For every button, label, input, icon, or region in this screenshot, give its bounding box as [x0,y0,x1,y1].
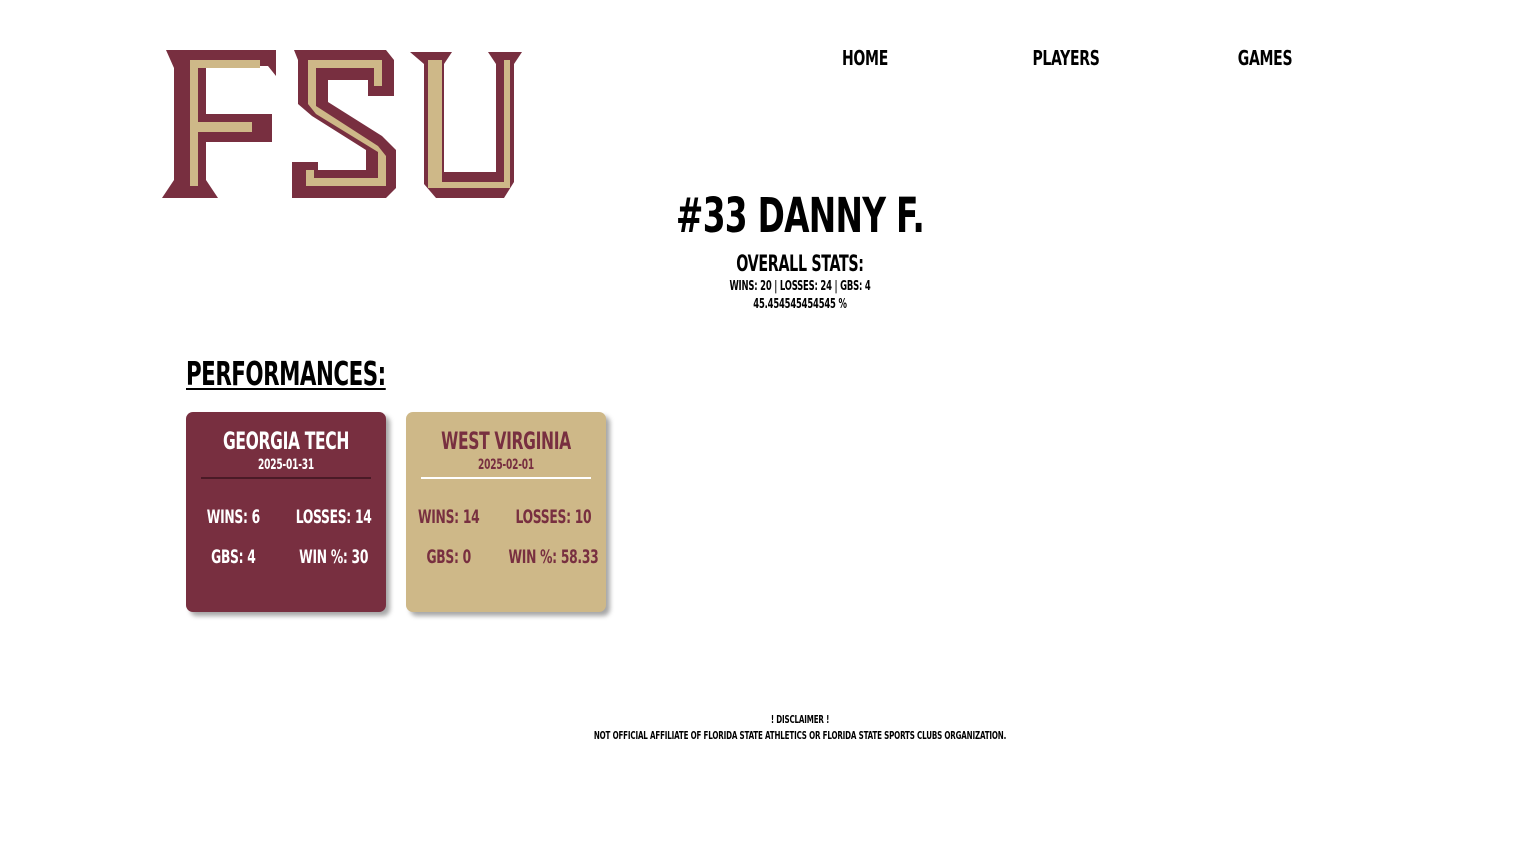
player-header: #33 DANNY F. OVERALL STATS: WINS: 20 | L… [500,186,1100,314]
overall-stats-title: OVERALL STATS: [736,252,864,277]
card-win-percentage: WIN %: 30 [298,546,368,568]
card-win-percentage: WIN %: 58.33 [508,546,599,568]
performance-cards: GEORGIA TECH 2025-01-31 WINS: 6 LOSSES: … [186,412,606,612]
nav-home-link[interactable]: HOME [830,46,900,70]
player-name: #33 DANNY F. [675,188,925,244]
performance-card[interactable]: WEST VIRGINIA 2025-02-01 WINS: 14 LOSSES… [406,412,606,612]
card-divider [201,477,371,479]
fsu-logo [160,46,522,200]
card-stats: WINS: 6 LOSSES: 14 GBS: 4 WIN %: 30 [186,506,386,568]
performance-card[interactable]: GEORGIA TECH 2025-01-31 WINS: 6 LOSSES: … [186,412,386,612]
nav-players-link[interactable]: PLAYERS [1027,46,1105,70]
card-gbs: GBS: 4 [211,546,256,568]
card-date: 2025-01-31 [257,457,315,473]
disclaimer-text: NOT OFFICIAL AFFILIATE OF FLORIDA STATE … [593,729,1007,742]
disclaimer-title: ! DISCLAIMER ! [770,713,830,726]
card-losses: LOSSES: 14 [295,506,372,528]
card-gbs: GBS: 0 [426,546,471,568]
overall-win-percentage: 45.454545454545 % [753,297,847,312]
card-date: 2025-02-01 [477,457,535,473]
card-stats: WINS: 14 LOSSES: 10 GBS: 0 WIN %: 58.33 [406,506,606,568]
main-nav: HOME PLAYERS GAMES [760,46,1380,76]
nav-games-link[interactable]: GAMES [1230,46,1300,70]
performances-heading: PERFORMANCES: [186,354,386,393]
card-divider [421,477,591,479]
card-opponent: WEST VIRGINIA [441,427,571,455]
card-wins: WINS: 6 [206,506,260,528]
card-wins: WINS: 14 [417,506,480,528]
card-opponent: GEORGIA TECH [222,427,350,455]
overall-stats-line: WINS: 20 | LOSSES: 24 | GBS: 4 [729,279,871,294]
disclaimer: ! DISCLAIMER ! NOT OFFICIAL AFFILIATE OF… [400,712,1200,744]
card-losses: LOSSES: 10 [515,506,592,528]
